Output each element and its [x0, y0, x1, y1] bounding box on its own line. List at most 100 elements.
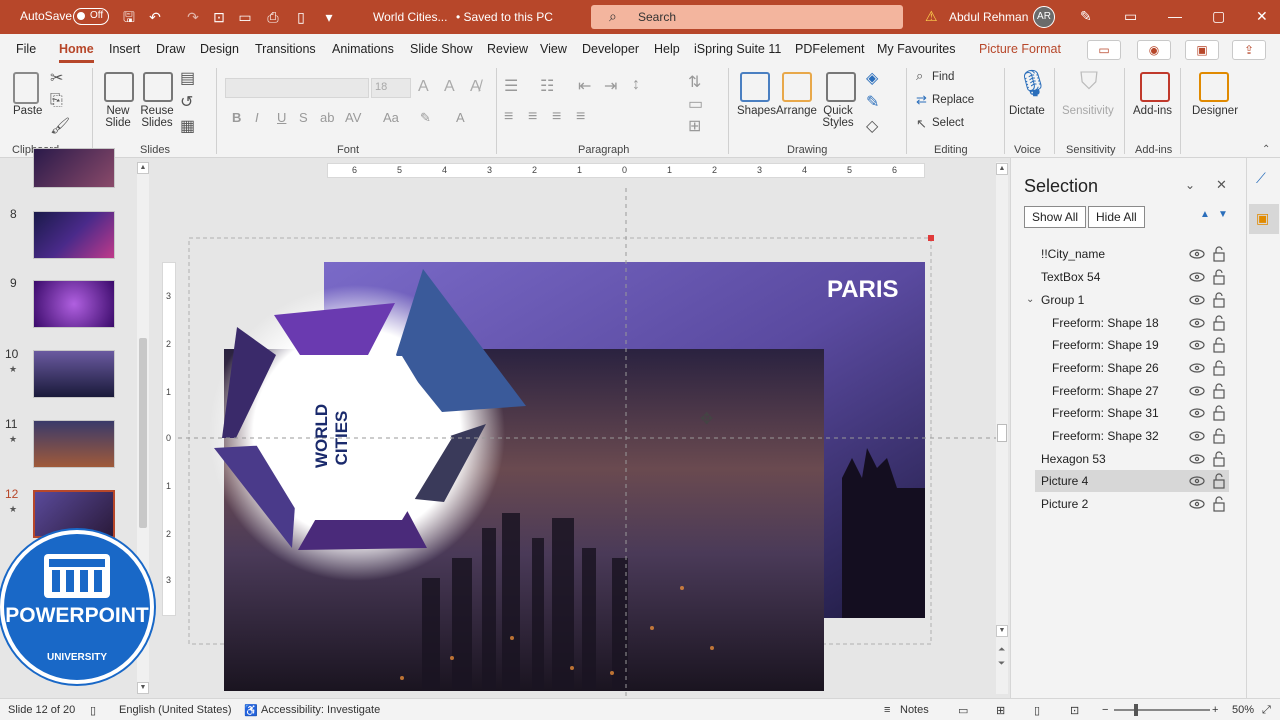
thumbnails-scroll-thumb[interactable] — [139, 338, 147, 528]
cut-icon[interactable]: ✂ — [50, 68, 63, 88]
pen-icon[interactable]: ✎ — [1080, 8, 1092, 25]
print-icon[interactable]: ⎙ — [264, 8, 282, 26]
tab-insert[interactable]: Insert — [109, 42, 140, 56]
tab-view[interactable]: View — [540, 42, 567, 56]
language-label[interactable]: English (United States) — [119, 704, 232, 716]
replace-button[interactable]: Replace — [932, 94, 974, 106]
copy-icon[interactable]: ⎘ — [50, 92, 63, 110]
reuse-slides-button[interactable]: Reuse Slides — [140, 105, 174, 129]
quick-styles-button[interactable]: Quick Styles — [820, 105, 856, 129]
find-button[interactable]: Find — [932, 71, 954, 83]
close-icon[interactable]: ✕ — [1256, 8, 1268, 25]
redo-icon[interactable]: ↷ — [184, 8, 202, 26]
present-icon[interactable]: ⊡ — [210, 8, 228, 26]
tab-design[interactable]: Design — [200, 42, 239, 56]
align-right-icon[interactable]: ≡ — [552, 108, 561, 126]
select-button[interactable]: Select — [932, 117, 964, 129]
justify-icon[interactable]: ≡ — [576, 108, 585, 126]
line-spacing-icon[interactable]: ↕ — [632, 76, 640, 94]
slide-sorter-icon[interactable]: ⊞ — [996, 704, 1005, 717]
bold-icon[interactable]: B — [232, 110, 241, 125]
decrease-font-icon[interactable]: A — [444, 78, 455, 96]
canvas-scroll-down-icon[interactable]: ▼ — [996, 625, 1008, 637]
sensitivity-button[interactable]: Sensitivity — [1062, 105, 1114, 117]
shapes-button[interactable]: Shapes — [737, 105, 776, 117]
collapse-ribbon-icon[interactable]: ⌃ — [1262, 144, 1270, 155]
align-center-icon[interactable]: ≡ — [528, 108, 537, 126]
slideshow-icon[interactable]: ⊡ — [1070, 704, 1079, 717]
designer-button[interactable]: Designer — [1192, 105, 1238, 117]
tab-developer[interactable]: Developer — [582, 42, 639, 56]
reading-view-icon[interactable]: ▯ — [1034, 704, 1040, 717]
scroll-up-icon[interactable]: ▲ — [137, 162, 149, 174]
zoom-in-icon[interactable]: + — [1212, 704, 1218, 716]
shape-fill-icon[interactable]: ◈ — [866, 68, 878, 88]
autosave-toggle[interactable]: Off — [73, 8, 109, 25]
undo-icon[interactable]: ↶ — [146, 8, 164, 26]
clear-format-icon[interactable]: A̸ — [470, 78, 481, 96]
section-icon[interactable]: ▦ — [180, 116, 195, 136]
reset-icon[interactable]: ↺ — [180, 92, 193, 112]
replace-icon[interactable]: ⇄ — [916, 92, 927, 108]
slide-canvas[interactable]: ✥ WORLD CITIES PARIS ▲ ▼ ⏶ ⏷ — [152, 158, 1010, 698]
char-spacing-icon[interactable]: AV — [345, 110, 361, 125]
tab-home[interactable]: Home — [59, 42, 94, 63]
slide-thumbnail-11[interactable] — [33, 420, 115, 468]
tab-help[interactable]: Help — [654, 42, 680, 56]
quick-styles-icon[interactable] — [826, 72, 856, 102]
slide-thumbnail-10[interactable] — [33, 350, 115, 398]
tab-file[interactable]: File — [16, 42, 36, 56]
underline-icon[interactable]: U — [277, 110, 286, 125]
reuse-slides-icon[interactable] — [143, 72, 173, 102]
next-slide-icon[interactable]: ⏷ — [998, 658, 1005, 669]
share-button[interactable]: ⇪ — [1232, 40, 1266, 60]
decrease-indent-icon[interactable]: ⇤ — [578, 76, 591, 96]
notes-button[interactable]: Notes — [900, 704, 929, 716]
ribbon-display-icon[interactable]: ▭ — [1124, 8, 1137, 25]
change-case-icon[interactable]: Aa — [383, 110, 399, 125]
paste-icon[interactable] — [13, 72, 39, 104]
tab-my-favourites[interactable]: My Favourites — [877, 42, 956, 56]
normal-view-icon[interactable]: ▭ — [958, 704, 968, 717]
fit-slide-icon[interactable]: ⤢ — [1262, 704, 1271, 717]
spell-check-icon[interactable]: ▯ — [90, 704, 96, 717]
avatar[interactable]: AR — [1033, 6, 1055, 28]
customize-qat-icon[interactable]: ▾ — [320, 8, 338, 26]
tab-draw[interactable]: Draw — [156, 42, 185, 56]
canvas-scroll-up-icon[interactable]: ▲ — [996, 163, 1008, 175]
layout-icon[interactable]: ▤ — [180, 68, 195, 88]
scroll-down-icon[interactable]: ▼ — [137, 682, 149, 694]
smartart-icon[interactable]: ⊞ — [688, 116, 701, 136]
comments-button[interactable]: ▭ — [1087, 40, 1121, 60]
paste-button[interactable]: Paste — [13, 105, 42, 117]
zoom-out-icon[interactable]: − — [1102, 704, 1108, 716]
slide-thumbnail-7[interactable] — [33, 148, 115, 188]
search-box[interactable]: ⌕ Search — [591, 5, 903, 29]
new-slide-icon[interactable] — [104, 72, 134, 102]
italic-icon[interactable]: I — [255, 110, 259, 125]
increase-indent-icon[interactable]: ⇥ — [604, 76, 617, 96]
align-text-icon[interactable]: ▭ — [688, 94, 703, 114]
zoom-slider-thumb[interactable] — [1134, 704, 1138, 716]
accessibility-label[interactable]: Accessibility: Investigate — [261, 704, 380, 716]
designer-icon[interactable] — [1199, 72, 1229, 102]
city-name-textbox[interactable]: PARIS — [827, 276, 899, 304]
shapes-icon[interactable] — [740, 72, 770, 102]
dictate-button[interactable]: Dictate — [1009, 105, 1045, 117]
zoom-level[interactable]: 50% — [1232, 704, 1254, 716]
tab-slide-show[interactable]: Slide Show — [410, 42, 473, 56]
font-family-box[interactable] — [225, 78, 369, 98]
format-painter-icon[interactable]: 🖌 — [50, 116, 70, 136]
strikethrough-icon[interactable]: S — [299, 110, 308, 125]
prev-slide-icon[interactable]: ⏶ — [998, 644, 1005, 655]
arrange-button[interactable]: Arrange — [776, 105, 817, 117]
new-slide-button[interactable]: New Slide — [103, 105, 133, 129]
tab-transitions[interactable]: Transitions — [255, 42, 316, 56]
monitor-icon[interactable]: ▭ — [236, 8, 254, 26]
arrange-icon[interactable] — [782, 72, 812, 102]
tab-ispring[interactable]: iSpring Suite 11 — [694, 42, 781, 56]
tab-review[interactable]: Review — [487, 42, 528, 56]
bullets-icon[interactable]: ☰ — [504, 76, 518, 96]
find-icon[interactable]: ⌕ — [916, 68, 923, 84]
slide-thumbnail-9[interactable] — [33, 280, 115, 328]
